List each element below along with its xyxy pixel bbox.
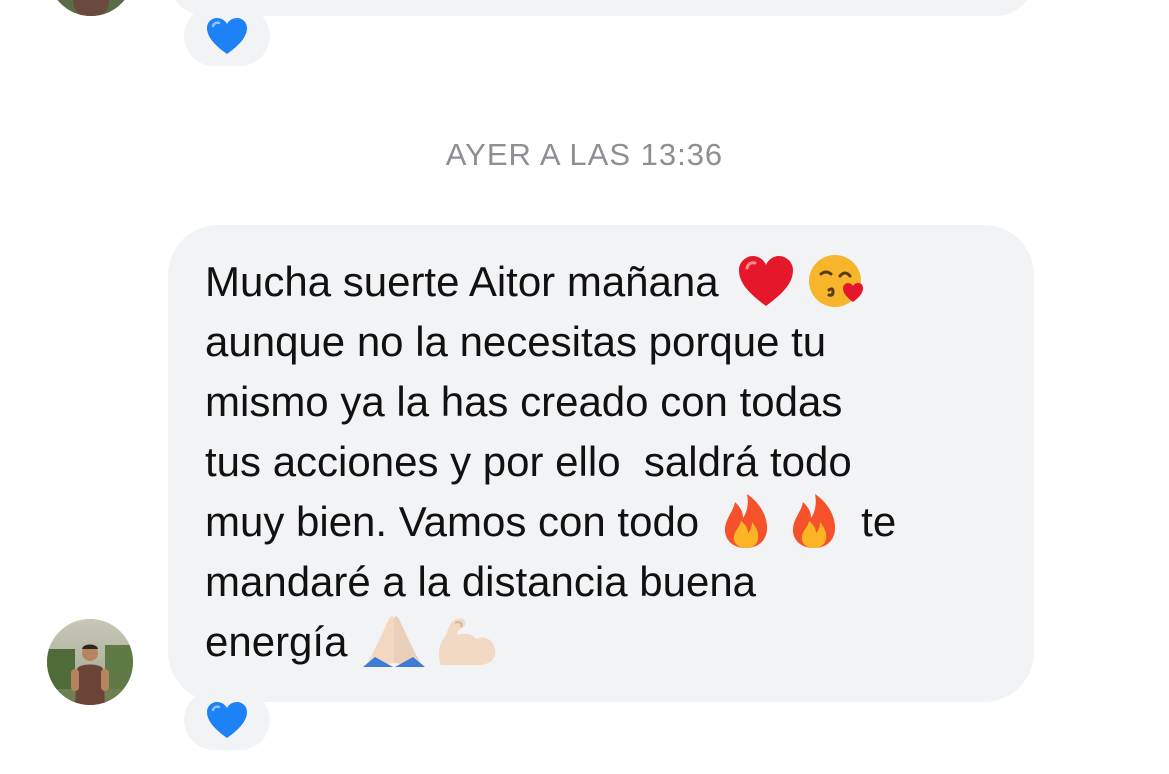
blue-heart-icon bbox=[207, 18, 247, 54]
blue-heart-icon bbox=[207, 702, 247, 738]
message-line-4: tus acciones y por ello saldrá todo bbox=[205, 438, 852, 485]
message-text: Mucha suerte Aitor mañana aunque no la n… bbox=[205, 252, 1005, 672]
message-line-text: te bbox=[861, 498, 897, 545]
message-line-2: aunque no la necesitas porque tu bbox=[205, 318, 827, 365]
message-line-text: energía bbox=[205, 618, 348, 665]
message-line-6: mandaré a la distancia buena bbox=[205, 558, 757, 605]
chat-screen: AYER A LAS 13:36 Mucha suerte Aitor maña… bbox=[0, 0, 1169, 774]
reaction-badge[interactable] bbox=[184, 6, 270, 66]
flexed-biceps-emoji bbox=[435, 615, 497, 667]
previous-message-bubble[interactable] bbox=[168, 0, 1034, 16]
folded-hands-emoji bbox=[363, 613, 426, 669]
message-line-5: muy bien. Vamos con todo te bbox=[205, 492, 1005, 552]
message-line-7: energía bbox=[205, 612, 1005, 672]
red-heart-emoji bbox=[737, 254, 795, 308]
message-line-text: muy bien. Vamos con todo bbox=[205, 498, 700, 545]
message-line-3: mismo ya la has creado con todas bbox=[205, 378, 843, 425]
sender-avatar[interactable] bbox=[47, 619, 133, 705]
message-timestamp: AYER A LAS 13:36 bbox=[445, 137, 724, 172]
fire-emoji bbox=[789, 492, 839, 550]
face-blowing-kiss-emoji bbox=[807, 252, 865, 310]
message-line-text: Mucha suerte Aitor mañana bbox=[205, 258, 719, 305]
sender-avatar[interactable] bbox=[48, 0, 134, 16]
fire-emoji bbox=[721, 492, 771, 550]
reaction-badge[interactable] bbox=[184, 690, 270, 750]
message-line-1: Mucha suerte Aitor mañana bbox=[205, 252, 1005, 312]
